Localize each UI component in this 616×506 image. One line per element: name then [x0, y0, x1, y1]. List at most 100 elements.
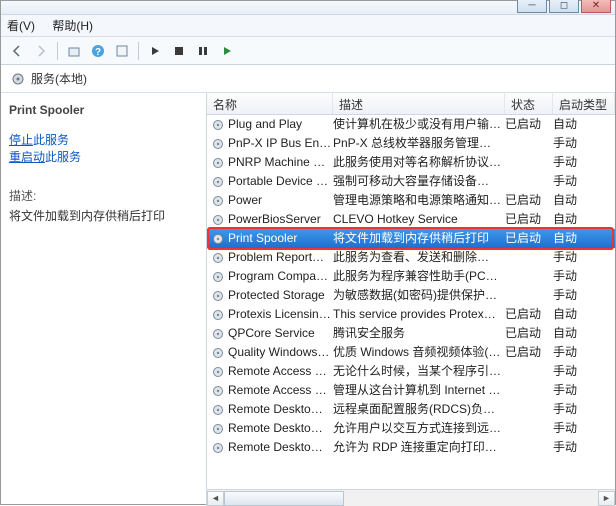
back-button[interactable] [7, 41, 27, 61]
service-name: Remote Deskto… [228, 438, 323, 457]
service-startup: 手动 [553, 286, 615, 305]
table-row[interactable]: Remote Access …无论什么时候，当某个程序引…手动 [207, 362, 615, 381]
table-row[interactable]: Remote Deskto…远程桌面配置服务(RDCS)负责…手动 [207, 400, 615, 419]
menu-view[interactable]: 看(V) [7, 19, 35, 33]
service-description: 此服务使用对等名称解析协议… [333, 153, 505, 172]
service-description: 此服务为程序兼容性助手(PCA)… [333, 267, 505, 286]
column-startup[interactable]: 启动类型 [553, 93, 615, 114]
table-row[interactable]: Power管理电源策略和电源策略通知…已启动自动 [207, 191, 615, 210]
service-state: 已启动 [505, 305, 553, 324]
table-row[interactable]: Quality Windows…优质 Windows 音频视频体验(…已启动手动 [207, 343, 615, 362]
restart-service-button[interactable] [217, 41, 237, 61]
table-row[interactable]: Print Spooler将文件加载到内存供稍后打印已启动自动 [207, 229, 615, 248]
scroll-thumb[interactable] [224, 491, 344, 506]
forward-button[interactable] [31, 41, 51, 61]
service-description: 无论什么时候，当某个程序引… [333, 362, 505, 381]
service-startup: 自动 [553, 229, 615, 248]
gear-icon [211, 232, 225, 246]
gear-icon [211, 270, 225, 284]
gear-icon [211, 441, 225, 455]
table-row[interactable]: Plug and Play使计算机在极少或没有用户输…已启动自动 [207, 115, 615, 134]
service-name: PNRP Machine … [228, 153, 325, 172]
column-name[interactable]: 名称 [207, 93, 333, 114]
column-description[interactable]: 描述 [333, 93, 505, 114]
table-row[interactable]: Portable Device …强制可移动大容量存储设备…手动 [207, 172, 615, 191]
service-title: Print Spooler [9, 103, 196, 117]
scroll-track[interactable] [224, 491, 598, 506]
gear-icon [211, 289, 225, 303]
table-row[interactable]: Problem Report…此服务为查看、发送和删除…手动 [207, 248, 615, 267]
service-description: 强制可移动大容量存储设备… [333, 172, 505, 191]
table-row[interactable]: PowerBiosServerCLEVO Hotkey Service已启动自动 [207, 210, 615, 229]
service-description: 此服务为查看、发送和删除… [333, 248, 505, 267]
pause-service-button[interactable] [193, 41, 213, 61]
table-row[interactable]: Remote Deskto…允许为 RDP 连接重定向打印…手动 [207, 438, 615, 457]
service-description: This service provides Protex… [333, 305, 505, 324]
table-row[interactable]: QPCore Service腾讯安全服务已启动自动 [207, 324, 615, 343]
service-name: Protected Storage [228, 286, 325, 305]
gear-icon [211, 403, 225, 417]
service-name: Remote Access … [228, 381, 327, 400]
gear-icon [211, 137, 225, 151]
service-startup: 手动 [553, 267, 615, 286]
gear-icon [211, 365, 225, 379]
service-startup: 手动 [553, 381, 615, 400]
gear-icon [11, 72, 25, 86]
service-startup: 自动 [553, 305, 615, 324]
gear-icon [211, 118, 225, 132]
service-description: 腾讯安全服务 [333, 324, 505, 343]
table-row[interactable]: Remote Deskto…允许用户以交互方式连接到远…手动 [207, 419, 615, 438]
gear-icon [211, 251, 225, 265]
start-service-button[interactable] [145, 41, 165, 61]
service-description: 为敏感数据(如密码)提供保护… [333, 286, 505, 305]
svg-text:?: ? [95, 47, 101, 58]
service-startup: 手动 [553, 248, 615, 267]
service-state: 已启动 [505, 115, 553, 134]
service-description: 远程桌面配置服务(RDCS)负责… [333, 400, 505, 419]
scroll-right-button[interactable]: ► [598, 491, 615, 506]
close-button[interactable]: ✕ [581, 0, 611, 13]
service-name: Quality Windows… [228, 343, 329, 362]
service-state [505, 267, 553, 286]
service-startup: 自动 [553, 115, 615, 134]
scroll-left-button[interactable]: ◄ [207, 491, 224, 506]
service-startup: 自动 [553, 191, 615, 210]
table-row[interactable]: PNRP Machine … 此服务使用对等名称解析协议… 手动 [207, 153, 615, 172]
tree-node-services-local[interactable]: 服务(本地) [1, 65, 615, 93]
minimize-button[interactable]: ─ [517, 0, 547, 13]
service-description: PnP-X 总线枚举器服务管理虚… [333, 134, 505, 153]
table-row[interactable]: Protexis Licensin…This service provides … [207, 305, 615, 324]
stop-service-link[interactable]: 停止此服务 [9, 131, 196, 148]
table-row[interactable]: Protected Storage 为敏感数据(如密码)提供保护… 手动 [207, 286, 615, 305]
table-row[interactable]: Remote Access …管理从这台计算机到 Internet …手动 [207, 381, 615, 400]
refresh-button[interactable] [112, 41, 132, 61]
gear-icon [211, 384, 225, 398]
service-name: Program Compa… [228, 267, 328, 286]
menu-bar: 看(V) 帮助(H) [1, 15, 615, 37]
service-name: PowerBiosServer [228, 210, 321, 229]
table-row[interactable]: PnP-X IP Bus En…PnP-X 总线枚举器服务管理虚…手动 [207, 134, 615, 153]
column-state[interactable]: 状态 [505, 93, 553, 114]
service-name: Remote Deskto… [228, 400, 323, 419]
service-name: Protexis Licensin… [228, 305, 331, 324]
toolbar: ? [1, 37, 615, 65]
service-state [505, 438, 553, 457]
horizontal-scrollbar[interactable]: ◄ ► [207, 489, 615, 506]
detail-pane: Print Spooler 停止此服务 重启动此服务 描述: 将文件加载到内存供… [1, 93, 207, 506]
gear-icon [211, 156, 225, 170]
properties-button[interactable] [64, 41, 84, 61]
service-state: 已启动 [505, 191, 553, 210]
tree-label: 服务(本地) [31, 65, 87, 93]
gear-icon [211, 175, 225, 189]
service-state [505, 286, 553, 305]
restart-service-link[interactable]: 重启动此服务 [9, 148, 196, 165]
table-row[interactable]: Program Compa… 此服务为程序兼容性助手(PCA)… 手动 [207, 267, 615, 286]
help-button[interactable]: ? [88, 41, 108, 61]
gear-icon [211, 327, 225, 341]
maximize-button[interactable]: ◻ [549, 0, 579, 13]
stop-service-button[interactable] [169, 41, 189, 61]
service-state [505, 400, 553, 419]
service-list: Plug and Play使计算机在极少或没有用户输…已启动自动PnP-X IP… [207, 115, 615, 489]
menu-help[interactable]: 帮助(H) [52, 19, 93, 33]
service-startup: 手动 [553, 153, 615, 172]
